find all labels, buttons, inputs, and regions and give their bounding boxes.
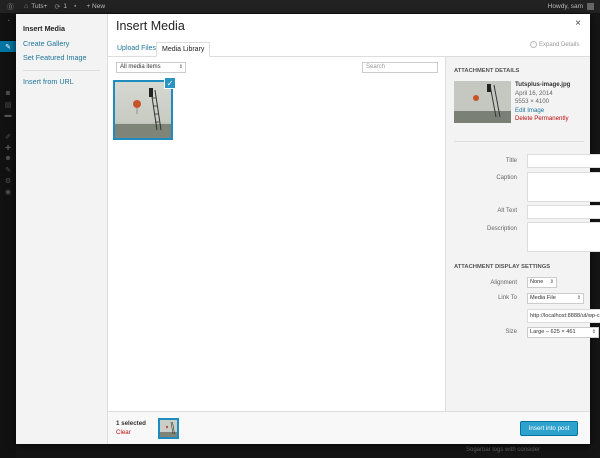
alignment-label: Alignment: [490, 280, 517, 286]
description-label: Description: [486, 226, 517, 232]
alt-text-label: Alt Text: [497, 208, 517, 214]
chevron-updown-icon: ⇕: [576, 295, 581, 301]
arrow-left-icon: ‹: [530, 41, 537, 48]
link-to-select[interactable]: Media File ⇕: [527, 293, 584, 304]
alignment-select[interactable]: None ⇕: [527, 277, 557, 288]
menu-separator: [23, 69, 100, 71]
tools-icon[interactable]: ✎: [0, 164, 16, 175]
home-icon: ⌂: [24, 3, 29, 10]
filter-value: All media items: [120, 64, 161, 70]
admin-menu: ◔ ✎ ◙ ▤ ▬ ✐ ✚ ☻ ✎ ⚙ ◉: [0, 13, 16, 458]
clear-selection-link[interactable]: Clear: [116, 429, 131, 436]
updates-link[interactable]: ⟳ 1: [54, 3, 67, 11]
size-select[interactable]: Large – 625 × 461 ⇕: [527, 327, 599, 338]
router-tabs: Upload Files Media Library: [108, 39, 590, 57]
users-icon[interactable]: ☻: [0, 153, 16, 164]
title-label: Title: [505, 158, 517, 164]
caption-label: Caption: [496, 175, 517, 181]
avatar: [587, 3, 594, 10]
menu-item-set-featured-image[interactable]: Set Featured Image: [16, 51, 107, 66]
media-filter-select[interactable]: All media items ⇕: [116, 62, 186, 73]
background-footer-text: Sogarbar logs with consider: [466, 447, 541, 453]
wp-logo-icon[interactable]: ⓪: [7, 2, 17, 12]
close-icon[interactable]: ×: [575, 18, 581, 29]
attachment-sidebar: Attachment Details Tutsplus-image.jpg Ap…: [445, 57, 600, 411]
selected-check-icon[interactable]: ✓: [164, 77, 176, 89]
media-icon[interactable]: ◙: [0, 88, 16, 99]
attachment-date: April 16, 2014: [515, 89, 553, 97]
pages-icon[interactable]: ▤: [0, 99, 16, 110]
attachment-dimensions: 5553 × 4100: [515, 98, 550, 105]
attachment-details-heading: Attachment Details: [454, 68, 520, 74]
chevron-updown-icon: ⇕: [178, 64, 183, 70]
chevron-updown-icon: ⇕: [591, 329, 596, 335]
menu-item-create-gallery[interactable]: Create Gallery: [16, 37, 107, 52]
selection-count: 1 selected: [116, 420, 146, 427]
appearance-icon[interactable]: ✐: [0, 131, 16, 142]
selection-thumbnail-image: [160, 420, 177, 437]
new-content-link[interactable]: + New: [86, 3, 105, 10]
attachments-browser: All media items ⇕ Search ✓: [108, 57, 445, 411]
comments-menu-icon[interactable]: ▬: [0, 110, 16, 121]
attachment-preview: [454, 81, 511, 123]
tab-upload-files[interactable]: Upload Files: [112, 42, 161, 57]
dashboard-icon[interactable]: ◔: [0, 16, 16, 27]
media-modal: Insert Media Create Gallery Set Featured…: [16, 14, 600, 444]
refresh-icon: ⟳: [54, 3, 61, 11]
plugins-icon[interactable]: ✚: [0, 142, 16, 153]
alignment-value: None: [530, 279, 544, 285]
expand-details-label: Expand Details: [539, 41, 580, 48]
comments-icon[interactable]: ▪: [74, 3, 79, 10]
expand-details-toggle[interactable]: ‹ Expand Details: [530, 41, 579, 48]
link-to-label: Link To: [498, 295, 517, 301]
alt-text-field[interactable]: [527, 205, 600, 219]
display-settings-heading: Attachment Display Settings: [454, 264, 551, 270]
menu-item-insert-from-url[interactable]: Insert from URL: [16, 75, 107, 90]
attachment-preview-image: [454, 81, 511, 123]
link-url-field[interactable]: http://localhost:8888/ut/wp-c: [527, 309, 600, 323]
posts-icon[interactable]: ✎: [0, 41, 16, 52]
settings-icon[interactable]: ⚙: [0, 175, 16, 186]
tab-media-library[interactable]: Media Library: [156, 42, 211, 57]
media-frame-menu: Insert Media Create Gallery Set Featured…: [16, 14, 108, 444]
media-toolbar: 1 selected Clear Insert into post: [108, 411, 590, 444]
search-input[interactable]: Search: [362, 62, 438, 73]
admin-bar: ⓪ ⌂ Tuts+ ⟳ 1 ▪ + New Howdy, sam: [0, 0, 600, 13]
modal-title: Insert Media: [116, 19, 185, 33]
account-menu[interactable]: Howdy, sam: [548, 3, 594, 10]
caption-field[interactable]: [527, 172, 600, 202]
chevron-updown-icon: ⇕: [549, 279, 554, 285]
edit-image-link[interactable]: Edit Image: [515, 107, 570, 116]
title-field[interactable]: [527, 154, 600, 168]
size-value: Large – 625 × 461: [530, 329, 576, 335]
attachment-filename: Tutsplus-image.jpg: [515, 81, 571, 88]
attachment-image: [115, 82, 171, 138]
attachment-thumbnail[interactable]: [113, 80, 173, 140]
howdy-text: Howdy, sam: [547, 3, 583, 10]
menu-item-insert-media[interactable]: Insert Media: [16, 22, 107, 37]
link-to-value: Media File: [530, 295, 556, 301]
delete-permanently-link[interactable]: Delete Permanently: [515, 115, 570, 124]
site-name-link[interactable]: ⌂ Tuts+: [24, 3, 47, 10]
insert-into-post-button[interactable]: Insert into post: [520, 421, 578, 436]
description-field[interactable]: [527, 222, 600, 252]
collapse-icon[interactable]: ◉: [0, 186, 16, 197]
attachment-info: Tutsplus-image.jpg April 16, 2014 5553 ×…: [515, 81, 570, 124]
selection-thumbnail[interactable]: [158, 418, 179, 439]
sidebar-separator: [454, 141, 584, 142]
size-label: Size: [505, 329, 517, 335]
search-placeholder: Search: [366, 64, 386, 70]
